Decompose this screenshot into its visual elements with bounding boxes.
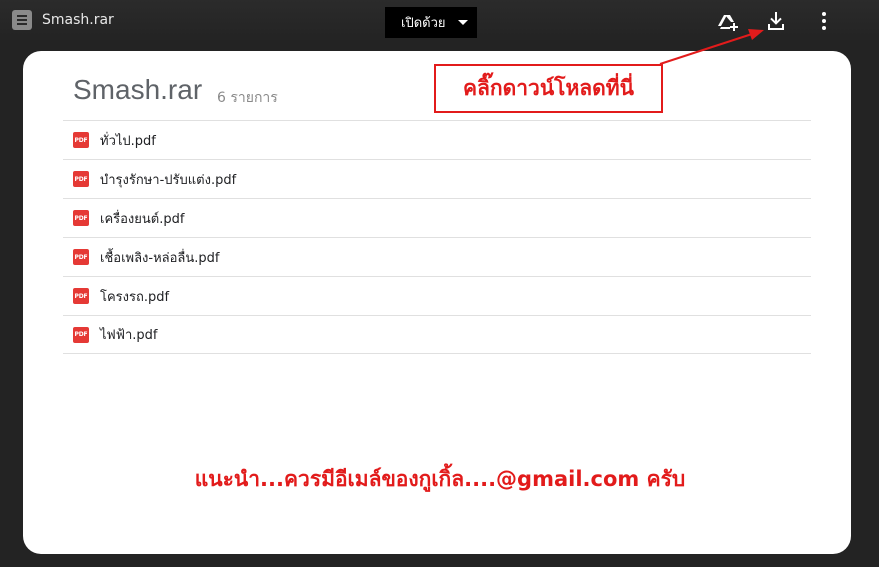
file-row[interactable]: PDF เชื้อเพลิง-หล่อลื่น.pdf xyxy=(63,237,811,276)
gmail-recommendation-note: แนะนำ...ควรมีอีเมล์ของกูเกิ้ล....@gmail.… xyxy=(194,467,686,491)
add-to-drive-icon[interactable] xyxy=(716,9,740,33)
file-name: เครื่องยนต์.pdf xyxy=(100,211,185,227)
file-row[interactable]: PDF โครงรถ.pdf xyxy=(63,276,811,315)
window-title: Smash.rar xyxy=(42,12,114,28)
file-row[interactable]: PDF บำรุงรักษา-ปรับแต่ง.pdf xyxy=(63,159,811,198)
file-row[interactable]: PDF เครื่องยนต์.pdf xyxy=(63,198,811,237)
download-callout: คลิ๊กดาวน์โหลดที่นี่ xyxy=(434,64,663,113)
file-row[interactable]: PDF ไฟฟ้า.pdf xyxy=(63,315,811,354)
download-icon[interactable] xyxy=(764,9,788,33)
file-name: เชื้อเพลิง-หล่อลื่น.pdf xyxy=(100,250,220,266)
open-with-label: เปิดด้วย xyxy=(401,16,446,31)
file-name: ไฟฟ้า.pdf xyxy=(100,328,158,343)
pdf-icon: PDF xyxy=(73,288,89,304)
file-name: โครงรถ.pdf xyxy=(100,289,170,305)
top-bar: Smash.rar เปิดด้วย xyxy=(0,0,879,42)
file-name: บำรุงรักษา-ปรับแต่ง.pdf xyxy=(100,172,237,188)
pdf-icon: PDF xyxy=(73,326,89,343)
file-list: PDF ทั่วไป.pdf PDF บำรุงรักษา-ปรับแต่ง.p… xyxy=(63,120,811,354)
chevron-down-icon xyxy=(458,20,468,25)
file-name: ทั่วไป.pdf xyxy=(100,133,156,149)
file-row[interactable]: PDF ทั่วไป.pdf xyxy=(63,120,811,159)
more-vert-icon[interactable] xyxy=(812,9,836,33)
file-icon xyxy=(12,10,32,30)
open-with-button[interactable]: เปิดด้วย xyxy=(385,7,477,38)
archive-item-count: 6 รายการ xyxy=(217,90,278,106)
pdf-icon: PDF xyxy=(73,132,89,148)
pdf-icon: PDF xyxy=(73,171,89,187)
archive-title: Smash.rar xyxy=(73,74,203,105)
pdf-icon: PDF xyxy=(73,210,89,226)
pdf-icon: PDF xyxy=(73,249,89,265)
